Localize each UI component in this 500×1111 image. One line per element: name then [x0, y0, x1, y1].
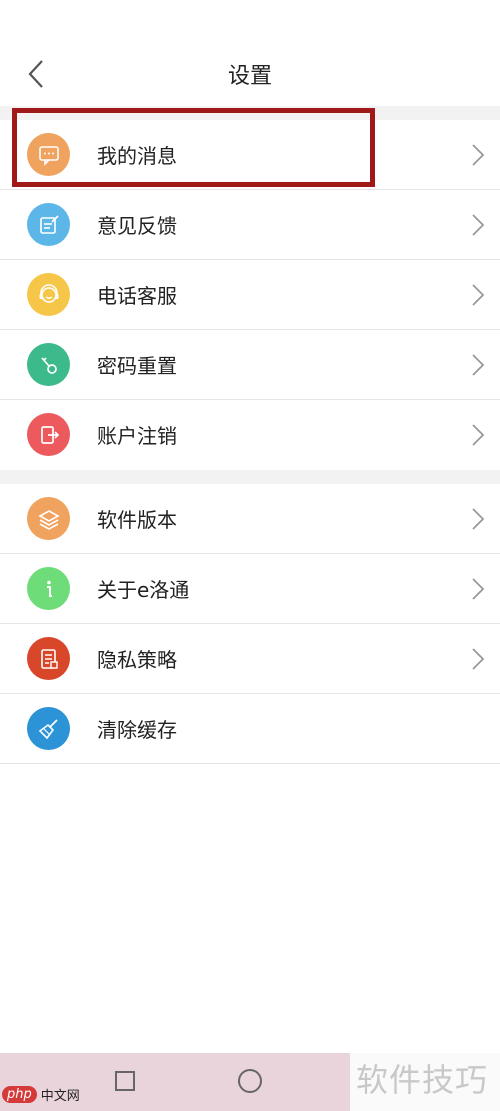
- page-title: 设置: [227, 64, 272, 89]
- section-divider: [0, 106, 500, 120]
- settings-group-account: 我的消息 意见反馈 电话客服 密码重置 账户注销: [0, 120, 500, 470]
- headset-icon: [27, 273, 70, 316]
- settings-item-label: 电话客服: [97, 284, 177, 308]
- app-header: 设置: [0, 0, 500, 106]
- broom-icon: [27, 707, 70, 750]
- settings-item-account-deletion[interactable]: 账户注销: [0, 400, 500, 470]
- settings-item-label: 软件版本: [97, 508, 177, 532]
- section-divider: [0, 470, 500, 484]
- key-icon: [27, 343, 70, 386]
- settings-item-label: 我的消息: [97, 144, 177, 168]
- chevron-right-icon: [472, 144, 485, 166]
- chevron-right-icon: [472, 578, 485, 600]
- chevron-right-icon: [472, 354, 485, 376]
- chevron-right-icon: [472, 284, 485, 306]
- settings-item-software-version[interactable]: 软件版本: [0, 484, 500, 554]
- settings-item-label: 账户注销: [97, 424, 177, 448]
- settings-group-app: 软件版本 关于e洛通 隐私策略 清除缓存: [0, 484, 500, 764]
- home-button[interactable]: [238, 1069, 262, 1093]
- chevron-right-icon: [472, 214, 485, 236]
- document-icon: [27, 637, 70, 680]
- chevron-right-icon: [472, 648, 485, 670]
- settings-item-label: 关于e洛通: [97, 578, 190, 602]
- settings-item-label: 清除缓存: [97, 718, 177, 742]
- recent-apps-button[interactable]: [115, 1071, 135, 1091]
- settings-item-feedback[interactable]: 意见反馈: [0, 190, 500, 260]
- php-site-label: 中文网: [40, 1089, 80, 1104]
- settings-item-clear-cache[interactable]: 清除缓存: [0, 694, 500, 764]
- settings-item-password-reset[interactable]: 密码重置: [0, 330, 500, 400]
- chevron-right-icon: [472, 424, 485, 446]
- watermark-php: php 中文网: [2, 1085, 80, 1104]
- layers-icon: [27, 497, 70, 540]
- settings-item-label: 意见反馈: [97, 214, 177, 238]
- settings-item-label: 隐私策略: [97, 648, 177, 672]
- message-icon: [27, 133, 70, 176]
- chevron-right-icon: [472, 508, 485, 530]
- watermark-text: 软件技巧: [356, 1061, 489, 1099]
- logout-icon: [27, 413, 70, 456]
- php-logo: php: [2, 1086, 37, 1103]
- feedback-edit-icon: [27, 203, 70, 246]
- settings-item-messages[interactable]: 我的消息: [0, 120, 500, 190]
- settings-item-privacy-policy[interactable]: 隐私策略: [0, 624, 500, 694]
- info-icon: [27, 567, 70, 610]
- settings-item-about[interactable]: 关于e洛通: [0, 554, 500, 624]
- settings-item-label: 密码重置: [97, 354, 177, 378]
- settings-item-phone-support[interactable]: 电话客服: [0, 260, 500, 330]
